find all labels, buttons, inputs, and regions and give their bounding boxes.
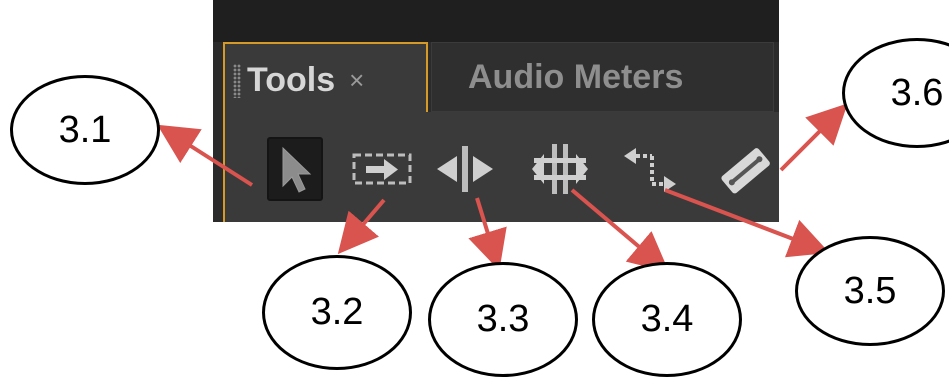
callout-label: 3.3 <box>476 298 530 340</box>
arrow-3-5 <box>664 188 830 258</box>
arrow-3-6 <box>779 103 848 172</box>
arrow-3-3 <box>468 197 507 271</box>
callout-label: 3.4 <box>640 298 694 340</box>
callout-3-2: 3.2 <box>262 255 412 370</box>
arrow-3-2 <box>337 198 386 255</box>
callout-3-5: 3.5 <box>795 236 945 346</box>
arrow-3-1 <box>157 124 254 187</box>
callout-3-4: 3.4 <box>592 262 742 377</box>
callout-label: 3.2 <box>310 291 364 333</box>
callout-3-3: 3.3 <box>428 262 578 377</box>
callout-label: 3.6 <box>890 71 944 114</box>
callout-label: 3.1 <box>58 108 112 151</box>
arrow-3-4 <box>570 188 670 273</box>
callout-3-1: 3.1 <box>10 75 160 185</box>
callout-label: 3.5 <box>843 269 897 312</box>
